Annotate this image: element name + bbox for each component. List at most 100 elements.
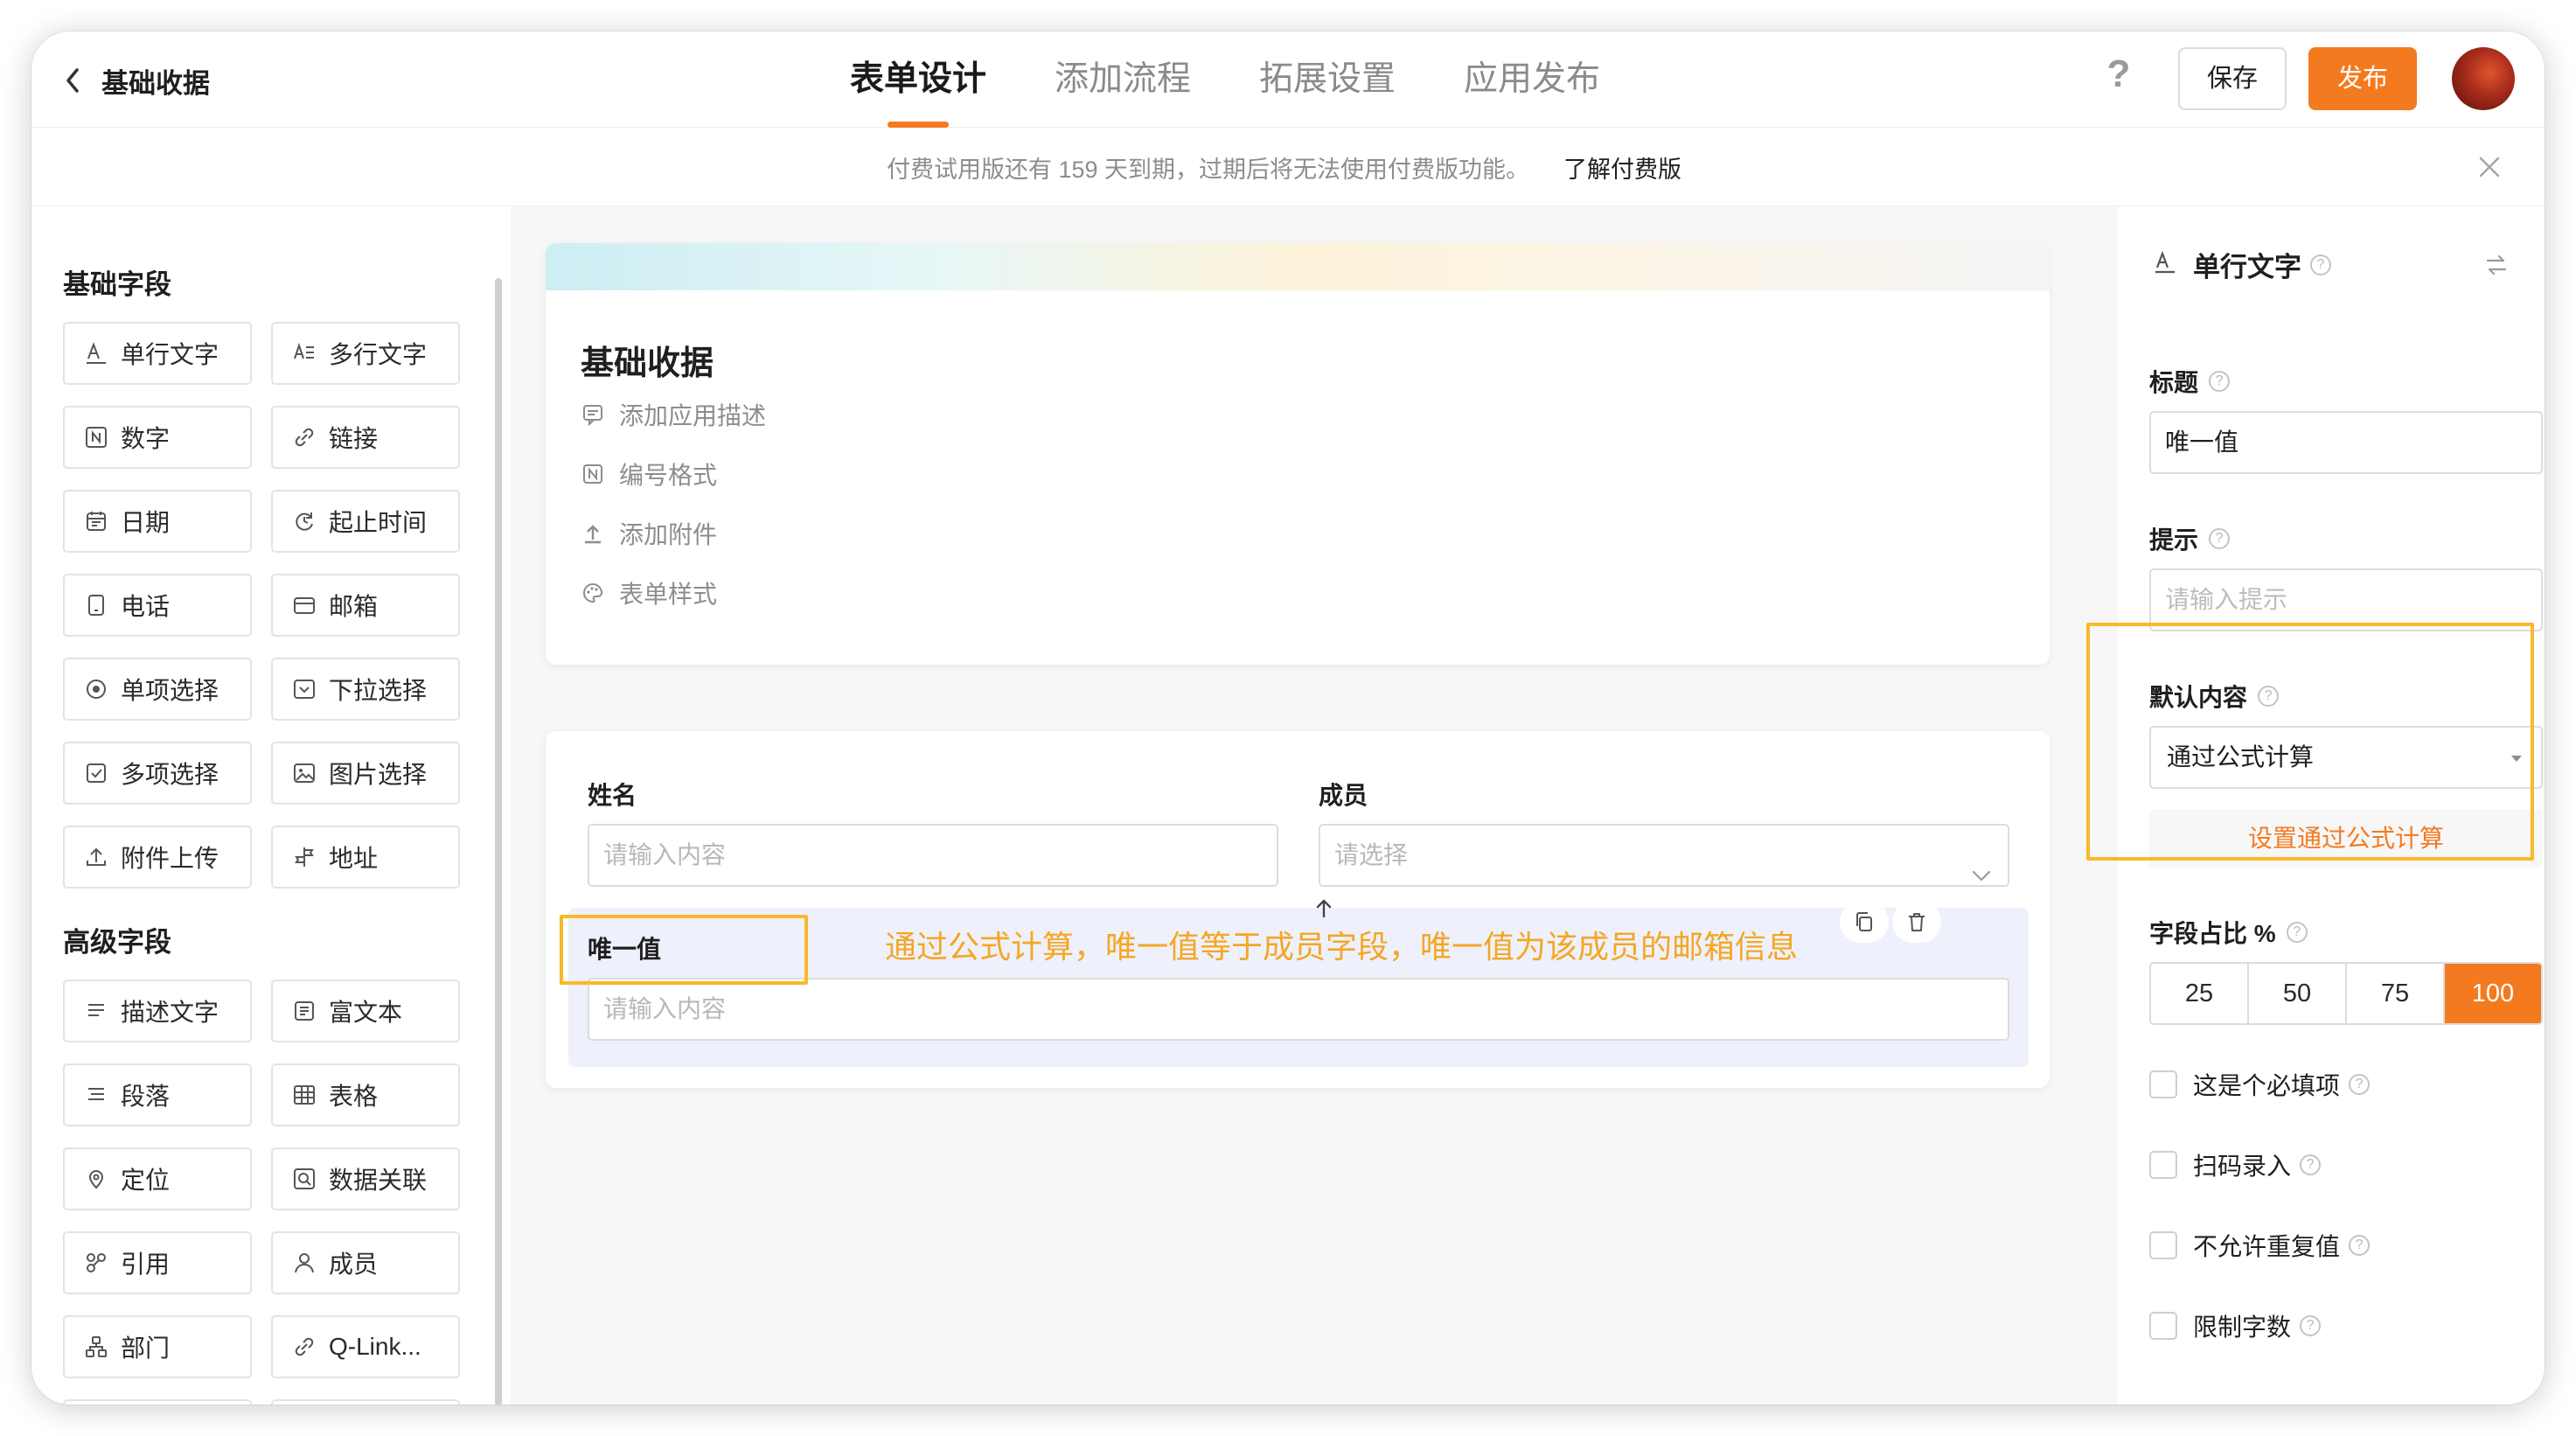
scan-input-checkbox[interactable] bbox=[2149, 1151, 2177, 1179]
hint-help-icon[interactable]: ? bbox=[2209, 528, 2231, 549]
palette-icon bbox=[581, 581, 605, 605]
sidebar-scrollbar[interactable] bbox=[495, 278, 502, 1405]
tab-add-workflow[interactable]: 添加流程 bbox=[1055, 51, 1191, 128]
field-single-line-text-button[interactable]: 单行文字 bbox=[63, 322, 252, 385]
field-reference-button[interactable]: 引用 bbox=[63, 1231, 252, 1294]
field-ratio-text: 字段占比 % bbox=[2149, 920, 2276, 947]
scan-input-help-icon[interactable]: ? bbox=[2300, 1154, 2322, 1175]
field-label: 图片选择 bbox=[329, 761, 428, 788]
title-help-icon[interactable]: ? bbox=[2209, 371, 2231, 392]
basic-fields-title: 基础字段 bbox=[63, 269, 171, 300]
field-department-button[interactable]: 部门 bbox=[63, 1315, 252, 1378]
trial-notice-text: 付费试用版还有 159 天到期，过期后将无法使用付费版功能。 bbox=[887, 157, 1530, 183]
no-duplicates-checkbox[interactable] bbox=[2149, 1231, 2177, 1259]
title-setting-label: 标题 ? bbox=[2149, 364, 2231, 399]
field-label: 起止时间 bbox=[329, 509, 428, 536]
field-ratio-help-icon[interactable]: ? bbox=[2286, 922, 2308, 943]
limit-chars-checkbox[interactable] bbox=[2149, 1312, 2177, 1340]
add-attachment[interactable]: 添加附件 bbox=[581, 516, 717, 551]
time-range-icon bbox=[292, 509, 317, 533]
tab-form-design[interactable]: 表单设计 bbox=[850, 51, 986, 128]
ratio-option-100[interactable]: 100 bbox=[2445, 964, 2541, 1023]
field-data-link-button[interactable]: 数据关联 bbox=[271, 1147, 460, 1210]
publish-button[interactable]: 发布 bbox=[2308, 47, 2417, 110]
single-line-text-icon bbox=[2153, 250, 2177, 279]
field-link-button[interactable]: 链接 bbox=[271, 406, 460, 469]
field-mail-button[interactable]: 邮箱 bbox=[271, 574, 460, 637]
field-label: 数据关联 bbox=[329, 1167, 428, 1194]
form-style[interactable]: 表单样式 bbox=[581, 575, 717, 610]
field-ocr-button[interactable]: 文字识别 bbox=[63, 1399, 252, 1405]
phone-icon bbox=[84, 593, 108, 617]
field-type-help-icon[interactable]: ? bbox=[2310, 254, 2331, 275]
save-button[interactable]: 保存 bbox=[2178, 47, 2287, 110]
form-banner bbox=[546, 243, 2050, 290]
image-icon bbox=[292, 761, 317, 785]
required-checkbox[interactable] bbox=[2149, 1070, 2177, 1098]
field-image-button[interactable]: 图片选择 bbox=[271, 742, 460, 805]
field-label: 成员 bbox=[329, 1251, 379, 1278]
member-select[interactable]: 请选择 bbox=[1319, 824, 2009, 887]
limit-chars-help-icon[interactable]: ? bbox=[2300, 1315, 2322, 1336]
help-icon[interactable]: ? bbox=[2097, 52, 2141, 105]
no-duplicates-help-icon[interactable]: ? bbox=[2349, 1235, 2371, 1256]
arrow-up-icon[interactable] bbox=[1312, 896, 1336, 920]
field-label: 下拉选择 bbox=[329, 677, 428, 704]
field-address-button[interactable]: 地址 bbox=[271, 826, 460, 889]
required-help-icon[interactable]: ? bbox=[2349, 1074, 2371, 1095]
back-button[interactable]: 基础收据 bbox=[65, 62, 275, 99]
required-checkbox-row[interactable]: 这是个必填项 ? bbox=[2149, 1067, 2371, 1102]
no-duplicates-checkbox-row[interactable]: 不允许重复值 ? bbox=[2149, 1228, 2371, 1263]
field-description-button[interactable]: 描述文字 bbox=[63, 979, 252, 1042]
field-location-button[interactable]: 定位 bbox=[63, 1147, 252, 1210]
field-type-label: 单行文字 bbox=[2193, 252, 2301, 282]
scan-input-checkbox-row[interactable]: 扫码录入 ? bbox=[2149, 1147, 2322, 1182]
field-qlink-button[interactable]: Q-Link... bbox=[271, 1315, 460, 1378]
limit-chars-checkbox-row[interactable]: 限制字数 ? bbox=[2149, 1308, 2322, 1343]
field-checkbox-button[interactable]: 多项选择 bbox=[63, 742, 252, 805]
user-avatar[interactable] bbox=[2452, 47, 2515, 110]
description-icon bbox=[84, 999, 108, 1023]
swap-icon[interactable] bbox=[2483, 252, 2510, 278]
field-time-range-button[interactable]: 起止时间 bbox=[271, 490, 460, 553]
field-label: 段落 bbox=[121, 1083, 171, 1110]
close-icon[interactable] bbox=[2475, 152, 2504, 182]
field-multi-line-text-button[interactable]: 多行文字 bbox=[271, 322, 460, 385]
name-input[interactable]: 请输入内容 bbox=[588, 824, 1278, 887]
field-number-button[interactable]: 数字 bbox=[63, 406, 252, 469]
description-icon bbox=[581, 402, 605, 427]
field-dropdown-button[interactable]: 下拉选择 bbox=[271, 658, 460, 721]
tab-extended-settings[interactable]: 拓展设置 bbox=[1259, 51, 1396, 128]
trial-notice-bar: 付费试用版还有 159 天到期，过期后将无法使用付费版功能。 了解付费版 bbox=[31, 128, 2545, 206]
member-icon bbox=[292, 1251, 317, 1275]
tab-app-publish[interactable]: 应用发布 bbox=[1464, 51, 1600, 128]
ratio-option-50[interactable]: 50 bbox=[2249, 964, 2347, 1023]
form-title[interactable]: 基础收据 bbox=[581, 336, 714, 384]
chevron-down-icon bbox=[1971, 847, 1992, 906]
add-attachment-label: 添加附件 bbox=[619, 521, 718, 548]
field-radio-button[interactable]: 单项选择 bbox=[63, 658, 252, 721]
field-upload-button[interactable]: 附件上传 bbox=[63, 826, 252, 889]
add-app-description[interactable]: 添加应用描述 bbox=[581, 397, 766, 432]
learn-paid-version-link[interactable]: 了解付费版 bbox=[1563, 150, 1681, 185]
hint-setting-text: 提示 bbox=[2149, 526, 2199, 554]
mail-icon bbox=[292, 593, 317, 617]
app-window: 基础收据 表单设计 添加流程 拓展设置 应用发布 ? 保存 发布 付费试用版还有… bbox=[31, 31, 2545, 1405]
unique-value-input[interactable]: 请输入内容 bbox=[588, 978, 2009, 1041]
field-member-button[interactable]: 成员 bbox=[271, 1231, 460, 1294]
field-palette-sidebar: 基础字段 单行文字 多行文字 数字 链接 日期 起止时间电话 邮箱 单项选择 下拉选择多项选择 图… bbox=[31, 206, 511, 1405]
attachment-upload-icon bbox=[581, 521, 605, 546]
copy-icon[interactable] bbox=[1840, 901, 1889, 943]
numbering-format[interactable]: 编号格式 bbox=[581, 457, 717, 491]
field-calendar-button[interactable]: 日期 bbox=[63, 490, 252, 553]
title-input[interactable]: 唯一值 bbox=[2149, 411, 2543, 474]
field-rich-text-button[interactable]: 富文本 bbox=[271, 979, 460, 1042]
ratio-option-25[interactable]: 25 bbox=[2151, 964, 2249, 1023]
ratio-option-75[interactable]: 75 bbox=[2347, 964, 2445, 1023]
field-paragraph-button[interactable]: 段落 bbox=[63, 1063, 252, 1126]
field-table-button[interactable]: 表格 bbox=[271, 1063, 460, 1126]
trash-icon[interactable] bbox=[1892, 901, 1941, 943]
field-phone-button[interactable]: 电话 bbox=[63, 574, 252, 637]
field-type-header: 单行文字 ? bbox=[2153, 245, 2331, 284]
field-code-button[interactable]: 代码块 bbox=[271, 1399, 460, 1405]
